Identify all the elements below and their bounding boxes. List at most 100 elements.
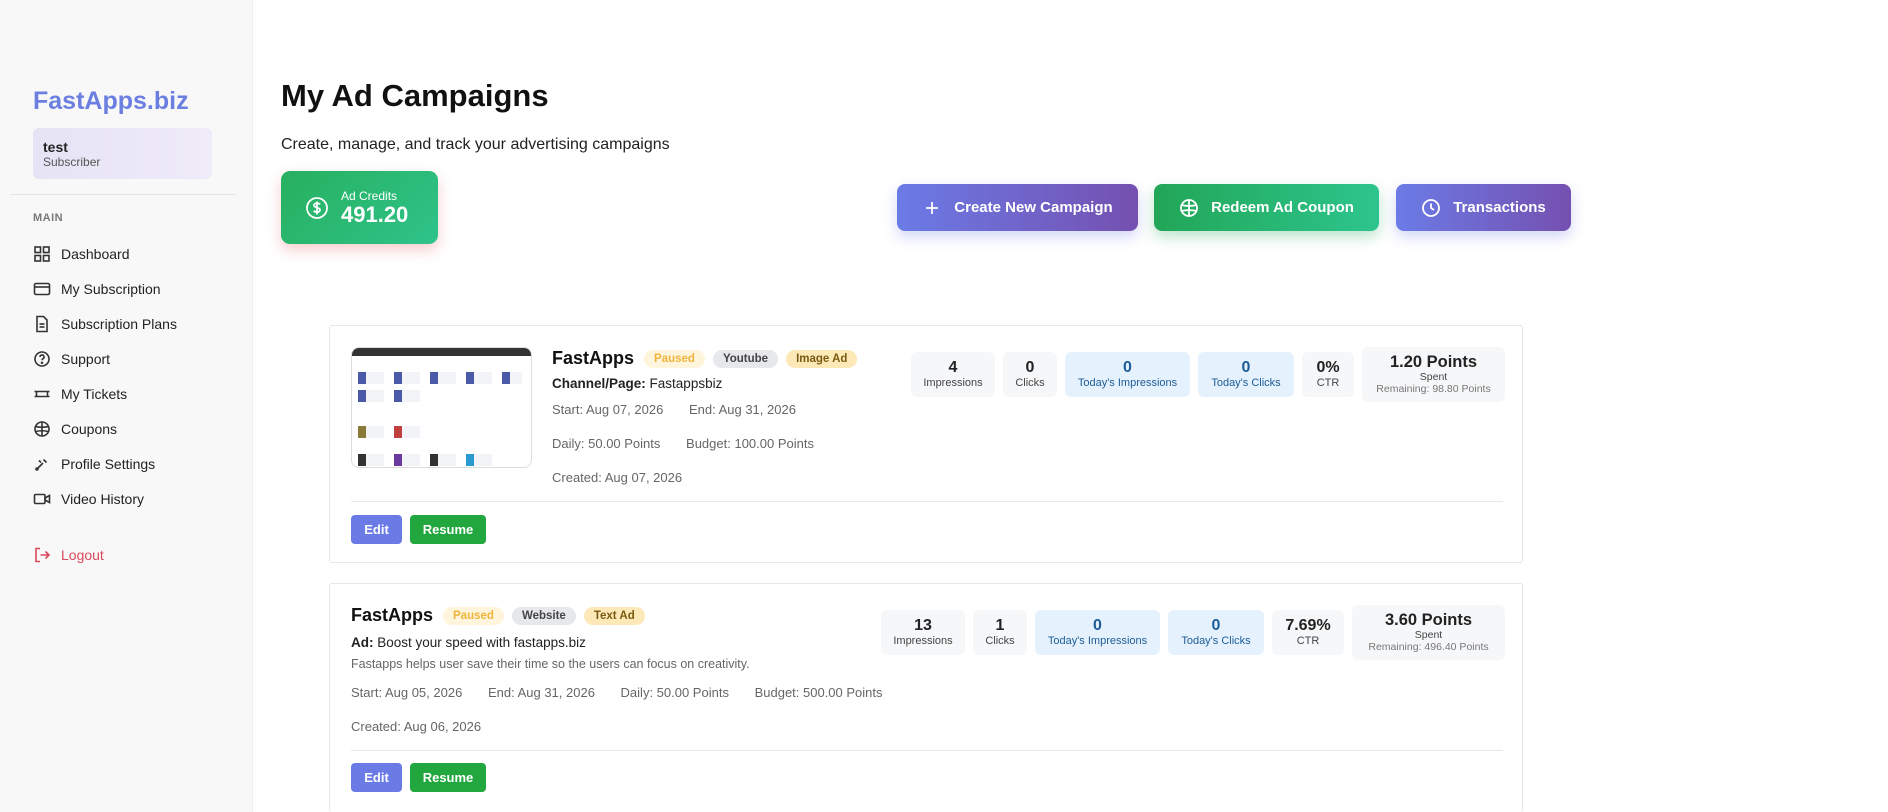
campaign-title: FastApps: [351, 605, 434, 625]
stat-ctr: 0% CTR: [1302, 352, 1354, 397]
stat-today-clicks: 0 Today's Clicks: [1198, 352, 1294, 397]
brand-logo[interactable]: FastApps.biz: [33, 87, 189, 116]
stat-value: 0: [1241, 359, 1251, 376]
campaign-created: Created: Aug 07, 2026: [552, 470, 704, 485]
thumbnail-preview: [352, 356, 531, 466]
stat-label: CTR: [1296, 635, 1320, 647]
stat-label: Today's Impressions: [1047, 635, 1148, 647]
campaign-budget-info: Daily: 50.00 Points Budget: 100.00 Point…: [552, 436, 836, 451]
dollar-circle-icon: [306, 196, 328, 219]
ad-value: Boost your speed with fastapps.biz: [377, 635, 586, 650]
stat-value: 0%: [1316, 359, 1340, 376]
sidebar-item-label: My Subscription: [61, 280, 161, 297]
stat-label: CTR: [1316, 377, 1340, 389]
create-campaign-button[interactable]: Create New Campaign: [897, 184, 1138, 231]
campaign-budget: Budget: 100.00 Points: [686, 436, 814, 451]
stat-label: Clicks: [1015, 377, 1045, 389]
campaign-end: End: Aug 31, 2026: [487, 685, 595, 700]
sidebar-item-label: Video History: [61, 490, 145, 507]
logout-button[interactable]: Logout: [33, 546, 104, 564]
ad-credits-card: Ad Credits 491.20: [281, 171, 438, 244]
user-card[interactable]: test Subscriber: [33, 128, 212, 179]
campaign-dates-budget: Start: Aug 05, 2026 End: Aug 31, 2026 Da…: [351, 685, 905, 700]
grid-icon: [34, 245, 50, 262]
card-divider: [351, 750, 1503, 751]
stat-value: 0: [1025, 359, 1035, 376]
sidebar-item-my-tickets[interactable]: My Tickets: [33, 376, 177, 411]
stat-label: Today's Clicks: [1211, 377, 1281, 389]
sidebar-section-label: MAIN: [33, 212, 64, 224]
card-divider: [351, 501, 1503, 502]
sidebar-nav: Dashboard My Subscription Subscription P…: [33, 236, 177, 516]
ad-type-badge: Text Ad: [583, 606, 645, 625]
document-icon: [36, 315, 48, 332]
video-icon: [33, 493, 51, 504]
sidebar-item-label: Subscription Plans: [61, 315, 177, 332]
help-circle-icon: [34, 350, 50, 367]
sidebar-item-support[interactable]: Support: [33, 341, 177, 376]
campaign-daily: Daily: 50.00 Points: [620, 685, 729, 700]
ad-credits-label: Ad Credits: [341, 188, 398, 203]
page-subtitle: Create, manage, and track your advertisi…: [281, 136, 670, 153]
coupon-icon: [1180, 198, 1199, 217]
stat-label: Impressions: [923, 377, 983, 389]
campaign-created: Created: Aug 06, 2026: [351, 719, 503, 734]
campaign-title-row: FastApps Paused Website Text Ad: [351, 605, 653, 626]
thumbnail-header: [352, 348, 531, 356]
edit-button[interactable]: Edit: [351, 763, 402, 792]
sidebar-item-label: Support: [61, 350, 111, 367]
campaign-title-row: FastApps Paused Youtube Image Ad: [552, 348, 865, 369]
status-badge: Paused: [644, 349, 705, 368]
create-campaign-label: Create New Campaign: [954, 199, 1113, 216]
sidebar-item-label: Coupons: [61, 420, 118, 437]
stat-impressions: 13 Impressions: [881, 610, 965, 655]
campaign-description: Fastapps helps user save their time so t…: [351, 657, 750, 671]
sidebar-item-dashboard[interactable]: Dashboard: [33, 236, 177, 271]
edit-button[interactable]: Edit: [351, 515, 402, 544]
sidebar-item-video-history[interactable]: Video History: [33, 481, 177, 516]
platform-badge: Website: [511, 606, 576, 625]
stat-value: 13: [914, 617, 932, 634]
sidebar: FastApps.biz test Subscriber MAIN Dashbo…: [0, 0, 253, 812]
clock-icon: [1422, 198, 1441, 217]
transactions-button[interactable]: Transactions: [1396, 184, 1571, 231]
stat-spent: 3.60 Points Spent Remaining: 496.40 Poin…: [1352, 605, 1505, 660]
campaign-ad-text: Ad: Boost your speed with fastapps.biz: [351, 635, 586, 650]
campaign-end: End: Aug 31, 2026: [688, 402, 796, 417]
stat-label: Spent: [1419, 371, 1448, 383]
stat-label: Impressions: [893, 635, 953, 647]
plus-icon: [926, 201, 939, 214]
stat-remaining: Remaining: 98.80 Points: [1376, 383, 1491, 395]
stat-value: 1: [995, 617, 1005, 634]
stat-label: Spent: [1414, 629, 1443, 641]
credit-card-icon: [33, 282, 51, 295]
resume-button[interactable]: Resume: [410, 515, 486, 544]
status-badge: Paused: [443, 606, 504, 625]
campaign-created-value: Created: Aug 06, 2026: [351, 719, 482, 734]
app-root: FastApps.biz test Subscriber MAIN Dashbo…: [0, 0, 1888, 812]
redeem-coupon-button[interactable]: Redeem Ad Coupon: [1154, 184, 1379, 231]
stat-value: 7.69%: [1285, 617, 1331, 634]
stat-impressions: 4 Impressions: [911, 352, 995, 397]
campaign-card: FastApps Paused Youtube Image Ad Channel…: [329, 325, 1523, 563]
sidebar-item-coupons[interactable]: Coupons: [33, 411, 177, 446]
stat-value: 3.60 Points: [1384, 611, 1473, 629]
stat-spent: 1.20 Points Spent Remaining: 98.80 Point…: [1362, 347, 1505, 402]
stat-today-impressions: 0 Today's Impressions: [1065, 352, 1190, 397]
sidebar-item-label: Dashboard: [61, 245, 130, 262]
stat-clicks: 0 Clicks: [1003, 352, 1057, 397]
sidebar-divider: [10, 194, 236, 195]
stat-value: 0: [1093, 617, 1102, 634]
ad-label: Ad:: [351, 635, 374, 650]
campaign-thumbnail[interactable]: [351, 347, 532, 468]
sidebar-item-my-subscription[interactable]: My Subscription: [33, 271, 177, 306]
platform-badge: Youtube: [712, 349, 779, 368]
stat-remaining: Remaining: 496.40 Points: [1368, 641, 1489, 653]
channel-value: Fastappsbiz: [649, 376, 723, 391]
sidebar-item-profile-settings[interactable]: Profile Settings: [33, 446, 177, 481]
campaign-daily: Daily: 50.00 Points: [552, 436, 661, 451]
stat-label: Today's Impressions: [1077, 377, 1178, 389]
campaign-created-value: Created: Aug 07, 2026: [552, 470, 683, 485]
resume-button[interactable]: Resume: [410, 763, 486, 792]
sidebar-item-subscription-plans[interactable]: Subscription Plans: [33, 306, 177, 341]
